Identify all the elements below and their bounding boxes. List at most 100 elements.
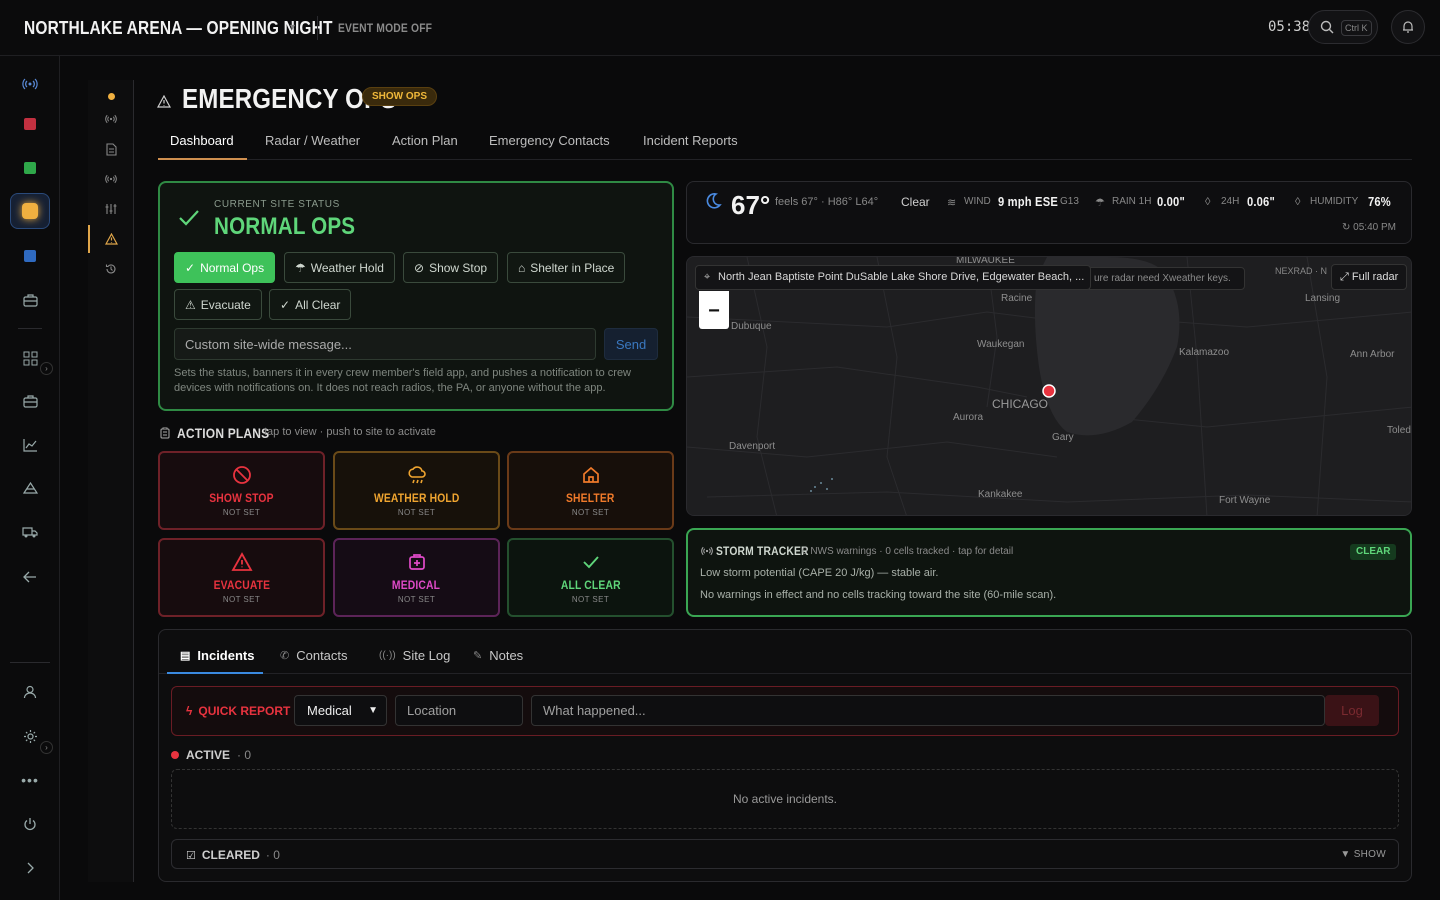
- nav-green-status[interactable]: [10, 150, 50, 186]
- tab-site-log[interactable]: ((·)) Site Log: [379, 648, 450, 663]
- weather-card[interactable]: 67° feels 67° · H86° L64° Clear ≋ WIND 9…: [686, 181, 1412, 244]
- nav-logistics[interactable]: [10, 514, 50, 550]
- rain-1h-value: 0.00": [1157, 194, 1185, 209]
- nav-collapse[interactable]: [10, 850, 50, 886]
- show-stop-button[interactable]: ⊘ Show Stop: [403, 252, 499, 283]
- humidity-label: HUMIDITY: [1310, 196, 1359, 207]
- top-bar: NORTHLAKE ARENA — OPENING NIGHT ▾ EVENT …: [0, 0, 1440, 56]
- nav-emergency[interactable]: [10, 193, 50, 229]
- refresh-icon: ↻: [1342, 222, 1354, 233]
- storm-tracker[interactable]: STORM TRACKER 0 NWS warnings · 0 cells t…: [686, 528, 1412, 617]
- nav-red-status[interactable]: [10, 106, 50, 142]
- sub-history[interactable]: [102, 260, 120, 278]
- nav-back[interactable]: [10, 559, 50, 595]
- plan-all-clear[interactable]: ALL CLEAR NOT SET: [507, 538, 674, 617]
- tab-incident-reports[interactable]: Incident Reports: [643, 133, 738, 148]
- page-tabs: Dashboard Radar / Weather Action Plan Em…: [158, 126, 1412, 160]
- main-nav-rail: › › •••: [0, 56, 60, 900]
- briefcase-icon: [22, 294, 38, 307]
- log-button[interactable]: Log: [1325, 695, 1379, 726]
- ban-icon: ⊘: [414, 260, 425, 275]
- location-address[interactable]: ⌖ North Jean Baptiste Point DuSable Lake …: [695, 265, 1091, 290]
- radar-map[interactable]: MILWAUKEE Racine Waukegan Dubuque Kalama…: [686, 256, 1412, 516]
- sub-radio[interactable]: [102, 110, 120, 128]
- map-label: Gary: [1052, 432, 1074, 443]
- title-dropdown-icon[interactable]: ▾: [290, 22, 295, 33]
- notifications-button[interactable]: [1391, 10, 1425, 44]
- plan-name: SHELTER: [566, 491, 615, 505]
- zoom-out-button[interactable]: −: [699, 291, 729, 329]
- tab-radar-weather[interactable]: Radar / Weather: [265, 133, 360, 148]
- plan-medical[interactable]: MEDICAL NOT SET: [333, 538, 500, 617]
- nav-blue-status[interactable]: [10, 238, 50, 274]
- truck-icon: [22, 527, 38, 538]
- sub-radio-2[interactable]: [102, 170, 120, 188]
- radio-icon: [22, 78, 38, 90]
- plan-evacuate[interactable]: EVACUATE NOT SET: [158, 538, 325, 617]
- status-help-text: Sets the status, banners it in every cre…: [174, 367, 631, 394]
- tab-dashboard[interactable]: Dashboard: [170, 133, 234, 148]
- shelter-button[interactable]: ⌂ Shelter in Place: [507, 252, 626, 283]
- all-clear-button[interactable]: ✓ All Clear: [269, 289, 352, 320]
- document-icon: [105, 142, 117, 156]
- event-mode-toggle[interactable]: EVENT MODE OFF: [338, 21, 447, 35]
- tab-emergency-contacts[interactable]: Emergency Contacts: [489, 133, 610, 148]
- normal-ops-button[interactable]: ✓ Normal Ops: [174, 252, 276, 283]
- power-icon: [24, 818, 36, 831]
- map-label: Waukegan: [977, 339, 1025, 350]
- expand-chevron-icon[interactable]: ›: [40, 741, 53, 754]
- check-icon: [179, 210, 199, 226]
- plan-shelter[interactable]: SHELTER NOT SET: [507, 451, 674, 530]
- plan-show-stop[interactable]: SHOW STOP NOT SET: [158, 451, 325, 530]
- full-radar-button[interactable]: ⤢ Full radar: [1331, 264, 1408, 290]
- condition: Clear: [901, 195, 930, 209]
- description-input[interactable]: [531, 695, 1325, 726]
- cleared-incidents-row[interactable]: ☑ CLEARED · 0 ▼ SHOW: [171, 839, 1399, 869]
- sub-sliders[interactable]: [102, 200, 120, 218]
- nav-analytics[interactable]: [10, 427, 50, 463]
- evacuate-button[interactable]: ⚠ Evacuate: [174, 289, 262, 320]
- incident-type-select[interactable]: Medical ▼: [294, 695, 387, 726]
- incidents-panel: ▤ Incidents ✆ Contacts ((·)) Site Log ✎ Note…: [158, 629, 1412, 882]
- expand-chevron-icon[interactable]: ›: [40, 362, 53, 375]
- map-background: [687, 257, 1411, 515]
- clock: 05:38: [1268, 19, 1310, 35]
- drop-icon: ◊: [1205, 196, 1211, 208]
- sub-status[interactable]: [102, 87, 120, 105]
- search-button[interactable]: Ctrl K: [1308, 10, 1378, 44]
- plan-weather-hold[interactable]: WEATHER HOLD NOT SET: [333, 451, 500, 530]
- rain-24h-label: 24H: [1221, 196, 1240, 207]
- nav-inventory[interactable]: [10, 383, 50, 419]
- warning-icon: [157, 95, 171, 108]
- tab-incidents[interactable]: ▤ Incidents: [180, 648, 254, 663]
- nav-more[interactable]: •••: [10, 762, 50, 798]
- radio-icon: [105, 174, 117, 184]
- current-status: NORMAL OPS: [214, 213, 356, 240]
- app-title[interactable]: NORTHLAKE ARENA — OPENING NIGHT: [24, 18, 383, 39]
- nav-briefcase[interactable]: [10, 282, 50, 318]
- umbrella-icon: ☂: [295, 260, 306, 275]
- weather-hold-button[interactable]: ☂ Weather Hold: [284, 252, 395, 283]
- pencil-icon: ✎: [473, 650, 483, 662]
- chart-icon: [22, 439, 37, 452]
- feels-like: feels 67° · H86° L64°: [775, 196, 879, 208]
- sub-emergency[interactable]: [102, 230, 120, 248]
- plan-name: MEDICAL: [392, 578, 441, 592]
- warning-icon: [104, 233, 118, 245]
- nav-profile[interactable]: [10, 674, 50, 710]
- tab-contacts[interactable]: ✆ Contacts: [280, 648, 348, 663]
- humidity-icon: ◊: [1295, 196, 1301, 208]
- nav-power[interactable]: [10, 806, 50, 842]
- weather-updated: ↻ 05:40 PM: [1342, 222, 1396, 233]
- toolbox-icon: [22, 395, 38, 408]
- nav-radio[interactable]: [10, 66, 50, 102]
- sub-document[interactable]: [102, 140, 120, 158]
- show-cleared-toggle[interactable]: ▼ SHOW: [1340, 849, 1386, 860]
- send-button[interactable]: Send: [604, 328, 658, 360]
- radio-icon: [105, 114, 117, 124]
- site-message-input[interactable]: [174, 328, 596, 360]
- nav-venue[interactable]: [10, 470, 50, 506]
- tab-action-plan[interactable]: Action Plan: [392, 133, 458, 148]
- tab-notes[interactable]: ✎ Notes: [473, 648, 523, 663]
- location-input[interactable]: [395, 695, 523, 726]
